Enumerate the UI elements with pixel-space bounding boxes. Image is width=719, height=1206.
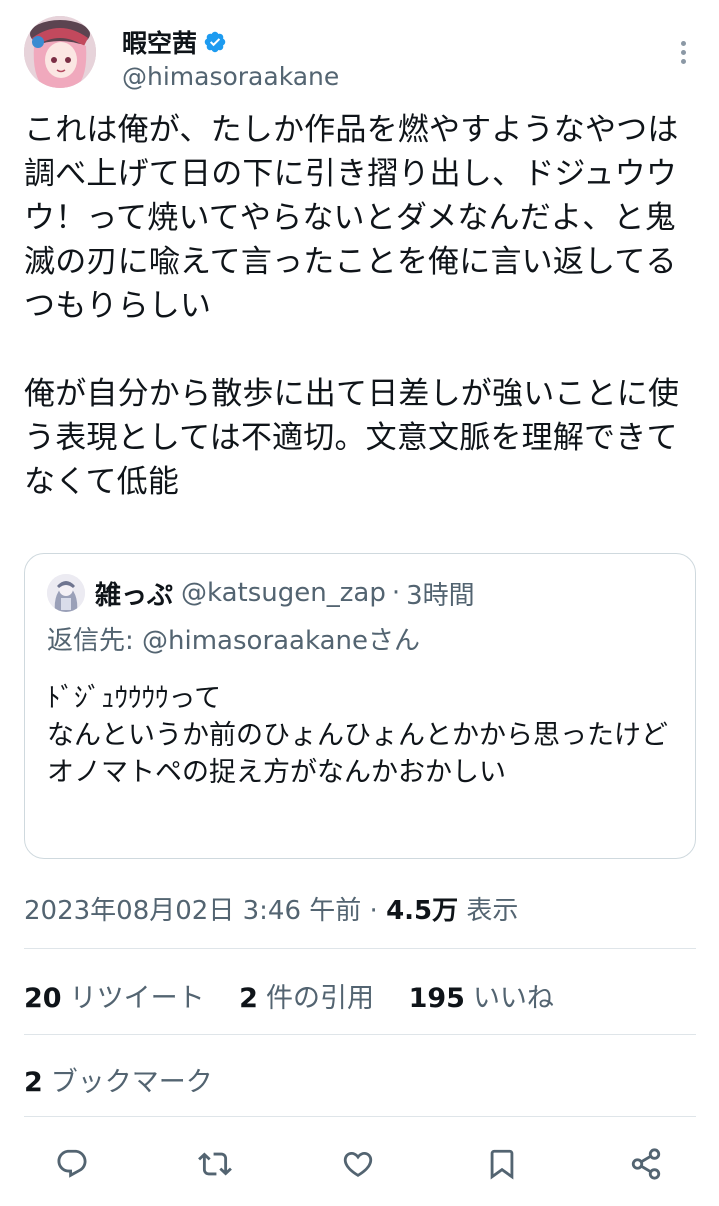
more-options-icon[interactable] — [670, 34, 696, 70]
divider — [24, 948, 696, 949]
views-label: 表示 — [466, 896, 519, 926]
likes-stat[interactable]: 195 いいね — [409, 976, 554, 1015]
likes-label: いいね — [472, 983, 554, 1014]
divider — [24, 1034, 696, 1035]
engagement-stats: 20 リツイート 2 件の引用 195 いいね — [24, 976, 580, 1015]
quoted-time: 3時間 — [406, 580, 475, 611]
tweet-timestamp[interactable]: 2023年08月02日 3:46 午前 — [24, 896, 361, 926]
bookmarks-count: 2 — [24, 1067, 43, 1098]
quoted-author-avatar — [47, 574, 85, 612]
quotes-label: 件の引用 — [265, 983, 374, 1014]
reply-button[interactable] — [48, 1140, 96, 1188]
quotes-count: 2 — [239, 983, 258, 1014]
views-count: 4.5万 — [386, 896, 459, 926]
quoted-author-handle: @katsugen_zap — [181, 578, 386, 608]
tweet-actions-bar — [24, 1140, 696, 1190]
quotes-stat[interactable]: 2 件の引用 — [239, 976, 374, 1015]
retweets-label: リツイート — [69, 983, 205, 1014]
author-name-row[interactable]: 暇空茜 — [122, 24, 227, 60]
like-button[interactable] — [334, 1140, 382, 1188]
tweet-text: これは俺が、たしか作品を燃やすようなやつは調べ上げて日の下に引き摺り出し、ドジュ… — [24, 112, 680, 500]
reply-icon — [57, 1149, 87, 1178]
author-avatar[interactable] — [24, 16, 96, 88]
share-icon — [631, 1148, 661, 1180]
tweet-header: 暇空茜 @himasoraakane — [24, 14, 696, 96]
likes-count: 195 — [408, 983, 465, 1014]
tweet-timestamp-row: 2023年08月02日 3:46 午前 · 4.5万 表示 — [24, 890, 518, 927]
quoted-reply-to: 返信先: @himasoraakaneさん — [47, 626, 421, 656]
verified-badge-icon — [203, 30, 227, 54]
retweet-icon — [198, 1152, 232, 1176]
quoted-meta-separator: · — [391, 578, 401, 608]
bookmarks-label: ブックマーク — [50, 1067, 213, 1098]
retweet-button[interactable] — [191, 1140, 239, 1188]
author-display-name[interactable]: 暇空茜 — [122, 24, 197, 60]
retweets-count: 20 — [24, 983, 62, 1014]
quoted-author-name: 雑っぷ — [95, 580, 174, 611]
bookmark-icon — [490, 1149, 514, 1180]
author-handle[interactable]: @himasoraakane — [122, 62, 339, 91]
timestamp-separator: · — [369, 896, 378, 926]
share-button[interactable] — [622, 1140, 670, 1188]
divider — [24, 1116, 696, 1117]
like-icon — [343, 1151, 373, 1177]
quoted-tweet-header: 雑っぷ @katsugen_zap · 3時間 — [47, 574, 475, 612]
bookmarks-stat[interactable]: 2 ブックマーク — [24, 1060, 213, 1099]
retweets-stat[interactable]: 20 リツイート — [24, 976, 205, 1015]
bookmark-button[interactable] — [478, 1140, 526, 1188]
quoted-tweet[interactable]: 雑っぷ @katsugen_zap · 3時間 返信先: @himasoraak… — [24, 553, 696, 859]
quoted-tweet-text: ﾄﾞｼﾞｭｳｳｳｳって なんというか前のひょんひょんとかから思ったけど オノマト… — [47, 683, 668, 788]
